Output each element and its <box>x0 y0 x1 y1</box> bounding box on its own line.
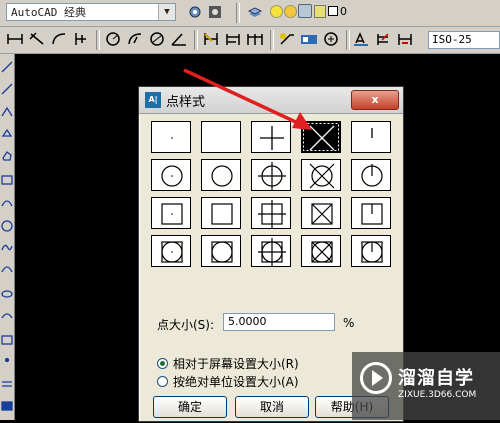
watermark-url: ZIXUE.3D66.COM <box>398 390 477 400</box>
watermark-brand: 溜溜自学 <box>398 368 474 389</box>
watermark: 溜溜自学 ZIXUE.3D66.COM <box>352 352 500 420</box>
play-logo-icon <box>360 362 392 394</box>
